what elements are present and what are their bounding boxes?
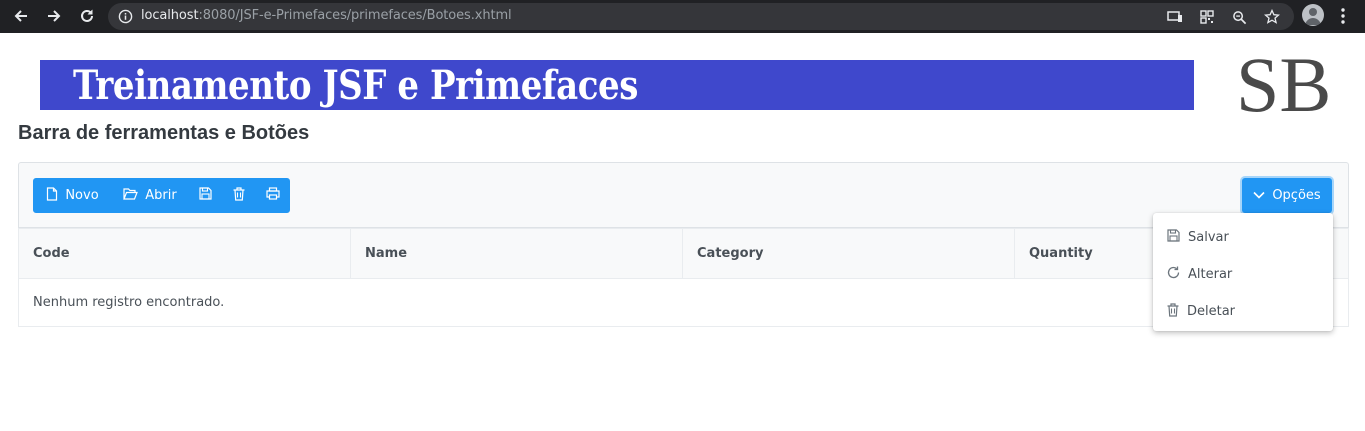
browser-chrome: localhost:8080/JSF-e-Primefaces/primefac… <box>0 0 1365 33</box>
folder-open-icon <box>123 187 139 204</box>
avatar[interactable] <box>1302 4 1324 26</box>
star-icon[interactable] <box>1263 8 1281 26</box>
back-icon[interactable] <box>8 4 34 28</box>
menu-item-alterar[interactable]: Alterar <box>1153 256 1333 293</box>
refresh-icon <box>1167 266 1180 283</box>
column-header-code[interactable]: Code <box>19 229 351 278</box>
print-button[interactable] <box>256 178 290 213</box>
save-icon <box>1167 229 1180 246</box>
abrir-button[interactable]: Abrir <box>112 178 188 213</box>
page-title: Barra de ferramentas e Botões <box>18 122 310 144</box>
column-header-name[interactable]: Name <box>351 229 683 278</box>
logo: SB <box>1236 41 1332 128</box>
menu-item-label: Salvar <box>1188 230 1229 245</box>
print-icon <box>266 187 280 204</box>
abrir-label: Abrir <box>145 188 177 203</box>
menu-item-salvar[interactable]: Salvar <box>1153 219 1333 256</box>
chevron-down-icon <box>1253 188 1265 203</box>
opcoes-menu: Salvar Alterar Deletar <box>1153 213 1333 331</box>
opcoes-label: Opções <box>1272 188 1321 203</box>
forward-icon[interactable] <box>41 4 67 28</box>
trash-icon <box>1167 302 1179 321</box>
empty-message: Nenhum registro encontrado. <box>18 279 1349 327</box>
data-table: Code Name Category Quantity Nenhum regis… <box>18 228 1349 327</box>
zoom-icon[interactable] <box>1230 8 1248 26</box>
save-icon <box>198 187 212 204</box>
info-icon[interactable] <box>118 9 133 28</box>
table-header: Code Name Category Quantity <box>18 228 1349 279</box>
opcoes-button[interactable]: Opções <box>1242 178 1332 213</box>
menu-item-deletar[interactable]: Deletar <box>1153 293 1333 330</box>
reload-icon[interactable] <box>74 4 100 28</box>
cast-icon[interactable] <box>1166 8 1184 26</box>
save-button[interactable] <box>188 178 222 213</box>
trash-icon <box>233 186 245 205</box>
url-path: :8080/JSF-e-Primefaces/primefaces/Botoes… <box>198 8 512 23</box>
banner-image: Treinamento JSF e Primefaces <box>40 60 1194 110</box>
column-header-category[interactable]: Category <box>683 229 1015 278</box>
banner-title: Treinamento JSF e Primefaces <box>73 62 638 109</box>
address-bar[interactable]: localhost:8080/JSF-e-Primefaces/primefac… <box>108 3 1294 30</box>
menu-item-label: Alterar <box>1188 267 1233 282</box>
menu-item-label: Deletar <box>1187 304 1236 319</box>
url-host: localhost <box>141 8 199 23</box>
qr-icon[interactable] <box>1198 8 1216 26</box>
novo-label: Novo <box>65 188 99 203</box>
menu-icon[interactable] <box>1335 6 1351 26</box>
file-icon <box>46 186 58 205</box>
toolbar: Novo Abrir Opções <box>18 162 1349 228</box>
delete-button[interactable] <box>222 178 256 213</box>
url-text: localhost:8080/JSF-e-Primefaces/primefac… <box>141 8 512 23</box>
novo-button[interactable]: Novo <box>33 178 112 213</box>
